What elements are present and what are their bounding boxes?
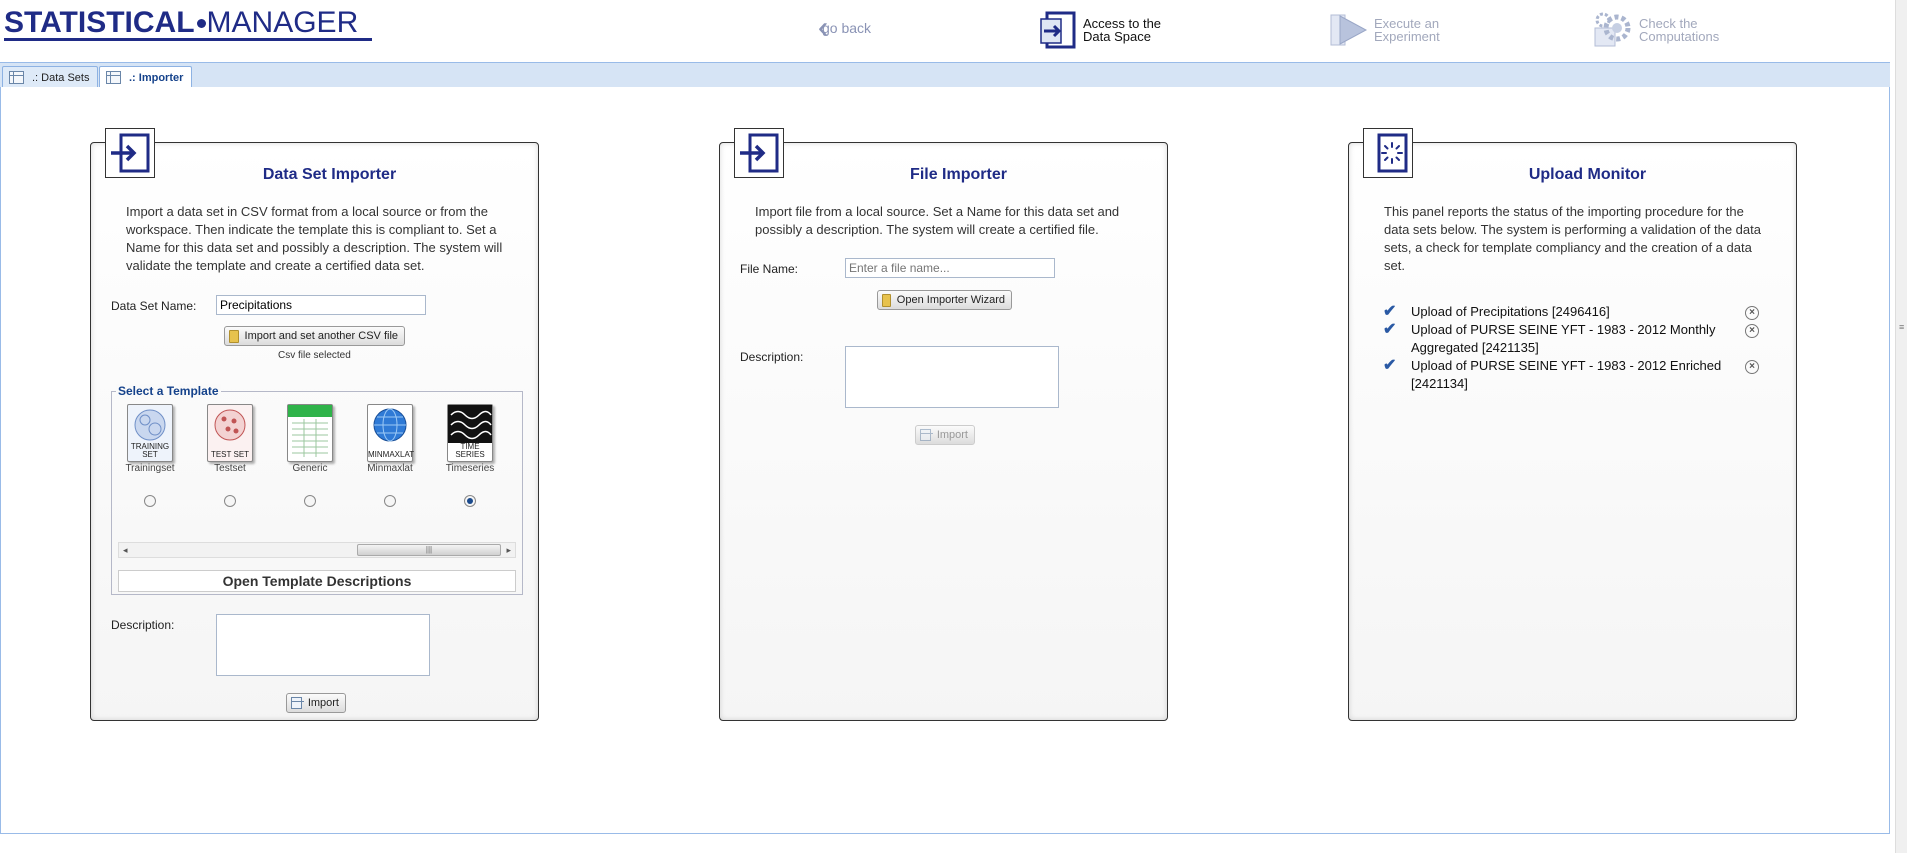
tab-data-sets-label: .: Data Sets <box>32 71 90 84</box>
dataset-import-button[interactable]: Import <box>286 693 346 713</box>
play-experiment-icon <box>1328 10 1368 50</box>
upload-item-text: Upload of Precipitations [2496416] <box>1411 304 1610 319</box>
trainingset-icon: TRAINING SET <box>127 404 173 462</box>
panel-title: Data Set Importer <box>262 166 397 183</box>
open-importer-wizard-button[interactable]: Open Importer Wizard <box>877 290 1012 310</box>
check-computations-link[interactable]: Check the Computations <box>1593 10 1719 50</box>
template-generic[interactable]: Generic <box>280 404 340 474</box>
scroll-right-arrow-icon[interactable]: ▸ <box>506 543 511 557</box>
access-data-space-label: Access to the Data Space <box>1083 16 1162 44</box>
data-space-icon <box>1037 10 1077 50</box>
go-back-label: go back <box>822 19 872 36</box>
panel-title: File Importer <box>910 166 1007 183</box>
remove-upload-icon[interactable]: × <box>1745 360 1759 374</box>
folder-icon <box>229 329 239 343</box>
checkmark-icon: ✔ <box>1383 321 1397 338</box>
file-name-label: File Name: <box>740 262 799 276</box>
scroll-thumb[interactable]: ||| <box>357 544 501 556</box>
template-legend: Select a Template <box>116 384 221 398</box>
panel-description: Import file from a local source. Set a N… <box>755 204 1120 237</box>
gear-icon <box>1593 10 1633 50</box>
radio-minmaxlat[interactable] <box>384 495 396 507</box>
file-description-label: Description: <box>740 350 804 364</box>
timeseries-icon: TIME SERIES <box>447 404 493 462</box>
upload-item-text: Upload of PURSE SEINE YFT - 1983 - 2012 … <box>1411 358 1722 391</box>
logo-text-statistical: STATISTICAL <box>4 6 195 39</box>
upload-item: ✔ Upload of PURSE SEINE YFT - 1983 - 201… <box>1383 321 1759 357</box>
table-icon <box>920 429 933 441</box>
panel-title: Upload Monitor <box>1528 166 1647 183</box>
csv-status-text: Csv file selected <box>278 350 351 361</box>
radio-generic[interactable] <box>304 495 316 507</box>
generic-spreadsheet-icon <box>287 404 333 462</box>
template-testset[interactable]: TEST SET Testset <box>200 404 260 474</box>
table-icon <box>9 71 24 84</box>
go-back-link[interactable]: ‹‹ go back <box>818 13 872 43</box>
tab-importer-label: .: Importer <box>129 71 184 84</box>
tab-data-sets[interactable]: .: Data Sets <box>2 66 99 88</box>
radio-testset[interactable] <box>224 495 236 507</box>
import-csv-button[interactable]: Import and set another CSV file <box>224 326 405 346</box>
dataset-name-input[interactable] <box>216 295 426 315</box>
upload-item: ✔ Upload of PURSE SEINE YFT - 1983 - 201… <box>1383 357 1759 393</box>
table-icon <box>106 71 121 84</box>
execute-experiment-link[interactable]: Execute an Experiment <box>1328 10 1440 50</box>
logo-text-manager: MANAGER <box>206 6 359 39</box>
globe-icon: MINMAXLAT <box>367 404 414 462</box>
file-name-input[interactable] <box>845 258 1055 278</box>
table-icon <box>291 697 304 709</box>
logo-underline <box>4 38 372 41</box>
folder-icon <box>882 293 891 307</box>
dataset-description-label: Description: <box>111 618 175 632</box>
access-data-space-link[interactable]: Access to the Data Space <box>1037 10 1161 50</box>
template-horizontal-scrollbar[interactable]: ◂ ||| ▸ <box>118 542 516 558</box>
app-header: STATISTICAL MANAGER ‹‹ go back Access to … <box>0 0 1907 62</box>
file-import-button[interactable]: Import <box>915 425 975 445</box>
dataset-description-textarea[interactable] <box>216 614 430 676</box>
checkmark-icon: ✔ <box>1383 357 1397 374</box>
upload-item-text: Upload of PURSE SEINE YFT - 1983 - 2012 … <box>1411 322 1716 355</box>
file-description-textarea[interactable] <box>845 346 1059 408</box>
dataset-importer-panel: Data Set Importer Import a data set in C… <box>90 128 539 721</box>
template-minmaxlat[interactable]: MINMAXLAT Minmaxlat <box>360 404 420 474</box>
testset-icon: TEST SET <box>207 404 253 462</box>
template-timeseries[interactable]: TIME SERIES Timeseries <box>440 404 500 474</box>
check-computations-label: Check the Computations <box>1639 16 1720 44</box>
upload-monitor-panel: Upload Monitor This panel reports the st… <box>1348 128 1797 721</box>
open-template-descriptions-button[interactable]: Open Template Descriptions <box>118 570 516 592</box>
execute-experiment-label: Execute an Experiment <box>1374 16 1440 44</box>
dataset-name-label: Data Set Name: <box>111 299 197 313</box>
remove-upload-icon[interactable]: × <box>1745 324 1759 338</box>
tab-bar: .: Data Sets .: Importer <box>0 62 1890 88</box>
file-importer-panel: File Importer Import file from a local s… <box>719 128 1168 721</box>
checkmark-icon: ✔ <box>1383 303 1397 320</box>
radio-timeseries[interactable] <box>464 495 476 507</box>
panel-description: This panel reports the status of the imp… <box>1384 204 1761 273</box>
tab-importer[interactable]: .: Importer <box>99 66 193 88</box>
upload-item: ✔ Upload of Precipitations [2496416] × <box>1383 303 1759 321</box>
panel-description: Import a data set in CSV format from a l… <box>126 204 503 273</box>
template-fieldset: Select a Template TRAINING SET Trainings… <box>111 384 523 595</box>
page-scrollbar[interactable]: ≡ <box>1895 0 1907 853</box>
app-logo: STATISTICAL MANAGER <box>4 8 358 38</box>
scroll-left-arrow-icon[interactable]: ◂ <box>123 543 128 557</box>
template-trainingset[interactable]: TRAINING SET Trainingset <box>120 404 180 474</box>
remove-upload-icon[interactable]: × <box>1745 306 1759 320</box>
radio-trainingset[interactable] <box>144 495 156 507</box>
logo-dot <box>196 18 206 28</box>
